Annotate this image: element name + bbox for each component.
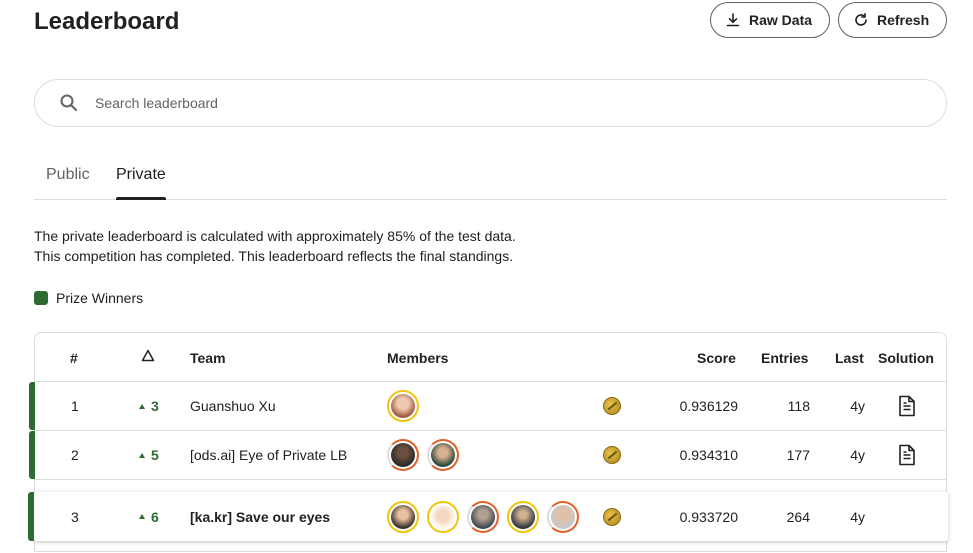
- avatar[interactable]: [507, 500, 539, 533]
- download-icon: [726, 13, 740, 27]
- description-line-1: The private leaderboard is calculated wi…: [34, 228, 516, 244]
- solution-document-icon[interactable]: [897, 395, 917, 417]
- search-icon: [60, 94, 77, 111]
- raw-data-label: Raw Data: [749, 12, 813, 28]
- avatar-image: [471, 504, 495, 529]
- table-row[interactable]: 1 3 Guanshuo Xu 0.936129 118 4y: [29, 382, 946, 431]
- prize-indicator: [29, 382, 35, 430]
- avatar-image: [551, 504, 575, 529]
- description-line-2: This competition has completed. This lea…: [34, 248, 514, 264]
- delta-icon: [141, 349, 155, 362]
- refresh-label: Refresh: [877, 12, 930, 28]
- prize-swatch: [34, 291, 48, 305]
- entries: 118: [787, 398, 810, 414]
- team-members: [387, 390, 419, 422]
- tab-public[interactable]: Public: [46, 166, 90, 199]
- tab-private[interactable]: Private: [116, 166, 166, 200]
- score: 0.933720: [679, 508, 738, 525]
- avatar[interactable]: [427, 439, 459, 471]
- team-members: [387, 500, 579, 533]
- avatar[interactable]: [387, 500, 419, 533]
- rank-change-value: 3: [151, 398, 159, 414]
- leaderboard-description: The private leaderboard is calculated wi…: [34, 226, 516, 266]
- rank: 2: [71, 447, 79, 463]
- avatar[interactable]: [387, 439, 419, 471]
- prize-legend-label: Prize Winners: [56, 290, 144, 306]
- avatar-image: [431, 443, 455, 467]
- team-name[interactable]: [ods.ai] Eye of Private LB: [190, 447, 347, 463]
- solution-document-icon[interactable]: [897, 444, 917, 466]
- avatar[interactable]: [427, 500, 459, 533]
- up-arrow-icon: [139, 514, 145, 519]
- search-bar[interactable]: [34, 79, 947, 127]
- leaderboard-tabs: Public Private: [34, 160, 947, 200]
- column-members: Members: [387, 350, 449, 366]
- rank-change: 3: [139, 398, 159, 414]
- prize-indicator: [28, 492, 34, 541]
- avatar[interactable]: [547, 500, 579, 533]
- table-row[interactable]: 3 6 [ka.kr] Save our eyes 0.933720 264 4…: [28, 492, 948, 541]
- avatar-image: [391, 394, 415, 418]
- search-input[interactable]: [95, 95, 875, 111]
- team-name[interactable]: Guanshuo Xu: [190, 398, 276, 414]
- up-arrow-icon: [139, 452, 145, 458]
- rank: 3: [71, 508, 79, 525]
- table-header: # Team Members Score Entries Last Soluti…: [35, 333, 946, 382]
- page-title: Leaderboard: [34, 8, 180, 35]
- team-members: [387, 439, 459, 471]
- avatar-image: [391, 504, 415, 529]
- raw-data-button[interactable]: Raw Data: [710, 2, 830, 38]
- last-submission: 4y: [850, 508, 865, 525]
- gold-medal-icon: [603, 446, 621, 464]
- column-rank: #: [70, 350, 78, 366]
- refresh-button[interactable]: Refresh: [838, 2, 947, 38]
- column-last[interactable]: Last: [835, 350, 864, 366]
- rank: 1: [71, 398, 79, 414]
- gold-medal-icon: [603, 507, 621, 526]
- last-submission: 4y: [850, 398, 865, 414]
- prize-indicator: [29, 431, 35, 479]
- up-arrow-icon: [139, 403, 145, 409]
- entries: 264: [786, 508, 810, 525]
- avatar-image: [431, 504, 455, 529]
- score: 0.934310: [679, 447, 738, 463]
- column-solution: Solution: [878, 350, 934, 366]
- table-row[interactable]: 2 5 [ods.ai] Eye of Private LB 0.934310 …: [29, 431, 946, 480]
- leaderboard-table: # Team Members Score Entries Last Soluti…: [28, 332, 948, 552]
- score: 0.936129: [679, 398, 738, 414]
- rank-change-value: 6: [151, 508, 159, 525]
- rank-change: 6: [139, 509, 159, 525]
- rank-change: 5: [139, 447, 159, 463]
- rank-change-value: 5: [151, 447, 159, 463]
- refresh-icon: [855, 13, 867, 26]
- avatar-image: [511, 504, 535, 529]
- last-submission: 4y: [850, 447, 865, 463]
- column-score[interactable]: Score: [697, 350, 736, 366]
- avatar[interactable]: [467, 500, 499, 533]
- column-entries[interactable]: Entries: [761, 350, 808, 366]
- entries: 177: [786, 447, 810, 463]
- gold-medal-icon: [603, 397, 621, 415]
- avatar[interactable]: [387, 390, 419, 422]
- team-name[interactable]: [ka.kr] Save our eyes: [190, 509, 330, 525]
- avatar-image: [391, 443, 415, 467]
- column-team: Team: [190, 350, 226, 366]
- prize-legend: Prize Winners: [34, 290, 143, 306]
